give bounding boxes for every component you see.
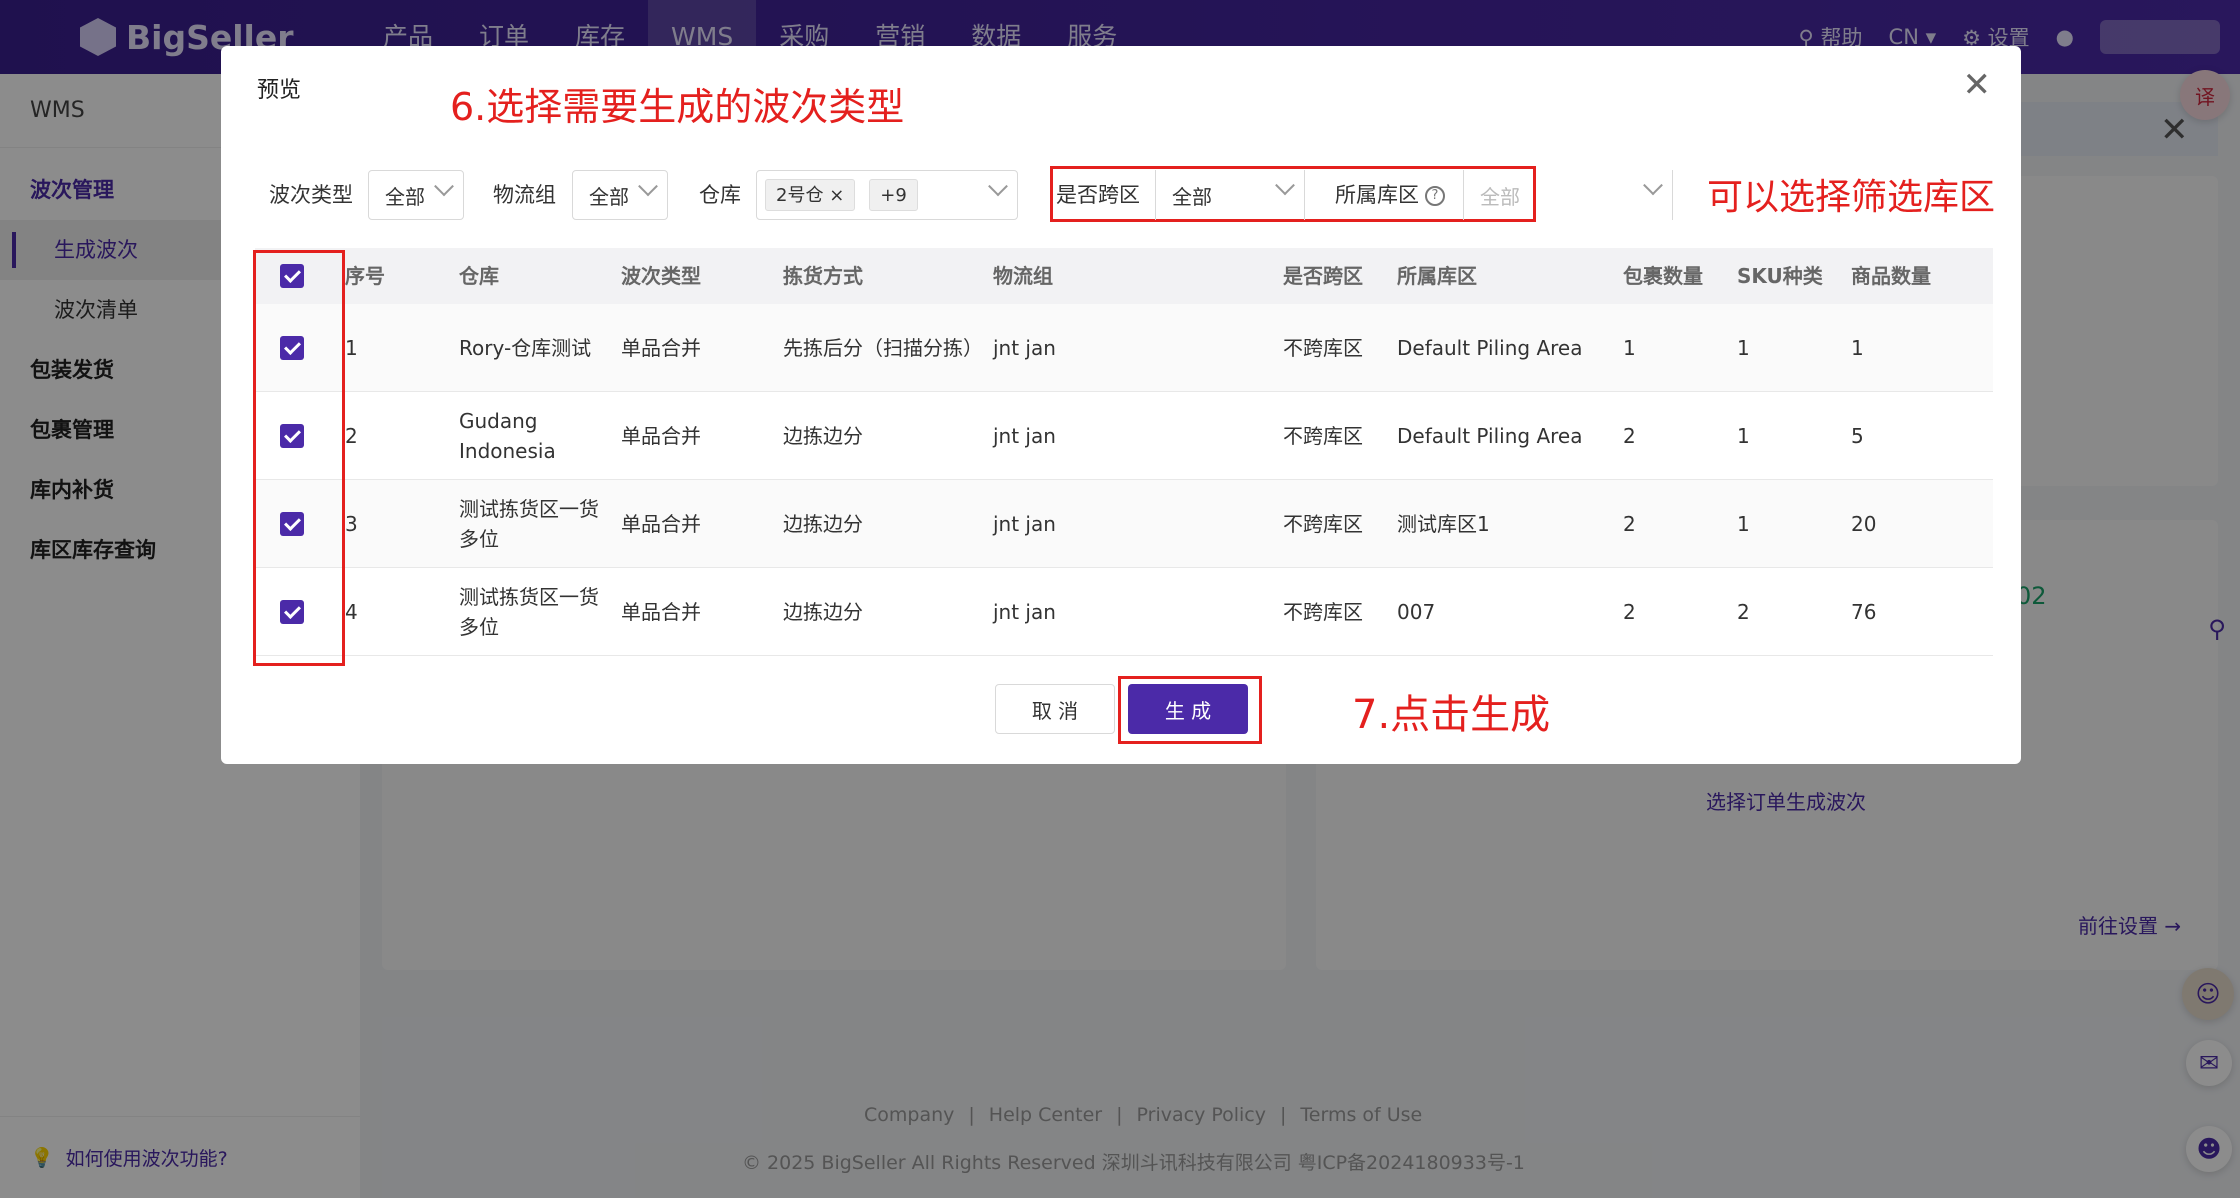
cross-zone-value: 全部 [1172, 184, 1212, 209]
table-row[interactable]: 1 Rory-仓库测试 单品合并 先拣后分（扫描分拣） jnt jan 不跨库区… [255, 304, 1993, 392]
wave-preview-modal: 预览 ✕ 6.选择需要生成的波次类型 波次类型 全部 物流组 全部 仓库 2号仓… [221, 46, 2021, 764]
table-row[interactable]: 3 测试拣货区一货多位 单品合并 边拣边分 jnt jan 不跨库区 测试库区1… [255, 480, 1993, 568]
cell-item-count: 20 [1851, 511, 1877, 536]
warehouse-select[interactable]: 2号仓 × +9 [756, 170, 1018, 220]
annotation-filter: 可以选择筛选库区 [1707, 177, 1996, 218]
cross-zone-select[interactable]: 全部 [1155, 170, 1305, 220]
cell-index: 4 [345, 599, 358, 624]
table-row[interactable]: 4 测试拣货区一货多位 单品合并 边拣边分 jnt jan 不跨库区 007 2… [255, 568, 1993, 656]
cell-warehouse: Rory-仓库测试 [459, 335, 592, 360]
cell-cross-zone: 不跨库区 [1283, 423, 1363, 448]
header-zone: 所属库区 [1397, 264, 1477, 288]
chevron-down-icon [1275, 175, 1295, 196]
logistics-value: 全部 [589, 184, 629, 209]
cell-warehouse: 测试拣货区一货多位 [459, 496, 599, 551]
wave-type-value: 全部 [385, 184, 425, 209]
header-package-count: 包裹数量 [1623, 264, 1703, 288]
cell-sku-types: 1 [1737, 335, 1750, 360]
cell-wave-type: 单品合并 [621, 335, 701, 360]
header-picking-method: 拣货方式 [783, 264, 863, 288]
cell-sku-types: 1 [1737, 423, 1750, 448]
cell-warehouse: Gudang Indonesia [459, 408, 556, 463]
cell-index: 3 [345, 511, 358, 536]
zone-placeholder: 全部 [1480, 184, 1520, 209]
annotation-step6: 6.选择需要生成的波次类型 [450, 85, 905, 129]
cell-logistics-group: jnt jan [993, 599, 1056, 624]
cell-logistics-group: jnt jan [993, 511, 1056, 536]
warehouse-label: 仓库 [699, 183, 741, 207]
header-warehouse: 仓库 [459, 264, 499, 288]
header-wave-type: 波次类型 [621, 264, 701, 288]
cell-wave-type: 单品合并 [621, 511, 701, 536]
cell-picking-method: 边拣边分 [783, 599, 863, 624]
chevron-down-icon [1643, 175, 1663, 196]
zone-label-wrap: 所属库区? [1335, 170, 1445, 220]
cell-cross-zone: 不跨库区 [1283, 599, 1363, 624]
wave-preview-table: 序号 仓库 波次类型 拣货方式 物流组 是否跨区 所属库区 包裹数量 SKU种类… [255, 248, 1993, 656]
cell-package-count: 2 [1623, 511, 1636, 536]
header-cross-zone: 是否跨区 [1283, 264, 1363, 288]
table-header: 序号 仓库 波次类型 拣货方式 物流组 是否跨区 所属库区 包裹数量 SKU种类… [255, 248, 1993, 304]
annotation-step7: 7.点击生成 [1352, 692, 1551, 738]
cell-zone: 测试库区1 [1397, 511, 1490, 536]
cell-package-count: 2 [1623, 599, 1636, 624]
cell-index: 2 [345, 423, 358, 448]
chevron-down-icon [638, 176, 658, 197]
wave-type-label: 波次类型 [269, 183, 353, 207]
cell-cross-zone: 不跨库区 [1283, 335, 1363, 360]
zone-select[interactable]: 全部 [1463, 170, 1673, 220]
logistics-label: 物流组 [493, 183, 556, 207]
zone-label: 所属库区 [1335, 183, 1419, 207]
annotation-checkbox-box [253, 250, 345, 666]
close-icon[interactable]: ✕ [1963, 68, 1992, 102]
cell-package-count: 1 [1623, 335, 1636, 360]
cell-picking-method: 先拣后分（扫描分拣） [783, 335, 983, 360]
cell-item-count: 5 [1851, 423, 1864, 448]
cell-item-count: 76 [1851, 599, 1877, 624]
cell-sku-types: 1 [1737, 511, 1750, 536]
warehouse-tag-label: 2号仓 [776, 185, 824, 206]
annotation-generate-box [1118, 676, 1262, 744]
chevron-down-icon [434, 176, 454, 197]
warehouse-tag[interactable]: 2号仓 × [765, 179, 856, 211]
header-index: 序号 [345, 264, 385, 288]
cross-zone-label: 是否跨区 [1056, 183, 1140, 207]
wave-type-select[interactable]: 全部 [368, 170, 464, 220]
cell-item-count: 1 [1851, 335, 1864, 360]
cell-picking-method: 边拣边分 [783, 423, 863, 448]
cell-zone: Default Piling Area [1397, 423, 1583, 448]
chevron-down-icon [988, 176, 1008, 197]
cell-zone: 007 [1397, 599, 1436, 624]
cell-wave-type: 单品合并 [621, 599, 701, 624]
warehouse-more-tag: +9 [869, 179, 918, 211]
header-sku-types: SKU种类 [1737, 264, 1823, 288]
tag-close-icon[interactable]: × [829, 185, 844, 206]
header-item-count: 商品数量 [1851, 264, 1931, 288]
cell-zone: Default Piling Area [1397, 335, 1583, 360]
cell-package-count: 2 [1623, 423, 1636, 448]
cell-logistics-group: jnt jan [993, 335, 1056, 360]
cell-sku-types: 2 [1737, 599, 1750, 624]
cell-logistics-group: jnt jan [993, 423, 1056, 448]
cell-picking-method: 边拣边分 [783, 511, 863, 536]
cancel-button[interactable]: 取 消 [995, 684, 1115, 734]
logistics-select[interactable]: 全部 [572, 170, 668, 220]
cell-wave-type: 单品合并 [621, 423, 701, 448]
table-row[interactable]: 2 Gudang Indonesia 单品合并 边拣边分 jnt jan 不跨库… [255, 392, 1993, 480]
header-logistics-group: 物流组 [993, 264, 1053, 288]
cell-warehouse: 测试拣货区一货多位 [459, 584, 599, 639]
cell-index: 1 [345, 335, 358, 360]
help-icon[interactable]: ? [1425, 186, 1445, 206]
modal-title: 预览 [257, 78, 302, 103]
cell-cross-zone: 不跨库区 [1283, 511, 1363, 536]
